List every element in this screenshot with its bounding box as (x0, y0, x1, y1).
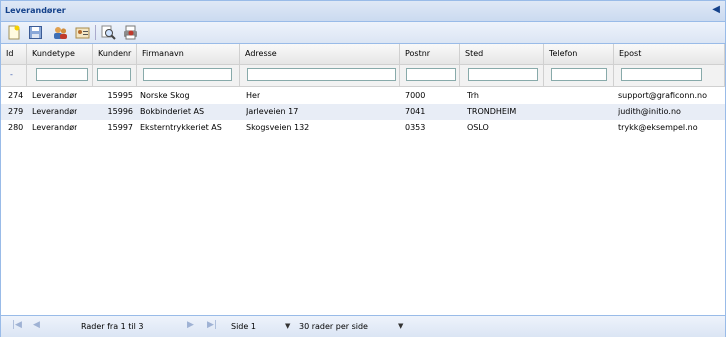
cell-id: 280 (8, 123, 24, 132)
cell-id: 279 (8, 107, 24, 116)
col-sted[interactable]: Sted (460, 44, 544, 64)
toolbar-separator (95, 25, 96, 40)
filter-id-dash: - (10, 70, 13, 79)
new-icon[interactable] (6, 25, 21, 40)
toolbar (1, 22, 725, 44)
page-select[interactable]: Side 1 (231, 322, 256, 331)
cell-kundetype: Leverandør (32, 123, 78, 132)
cell-id: 274 (8, 91, 24, 100)
col-epost[interactable]: Epost (614, 44, 725, 64)
save-icon[interactable] (28, 25, 43, 40)
table-row[interactable]: 279 Leverandør 15996 Bokbinderiet AS Jar… (1, 104, 725, 120)
cell-adresse: Skogsveien 132 (246, 123, 310, 132)
cell-sted: OSLO (467, 123, 489, 132)
table-row[interactable]: 280 Leverandør 15997 Eksterntrykkeriet A… (1, 120, 725, 136)
filter-postnr-input[interactable] (406, 68, 456, 81)
filter-cell-id: - (1, 65, 27, 86)
per-page-dropdown-icon[interactable]: ▼ (398, 322, 403, 330)
cell-epost: support@graficonn.no (618, 91, 707, 100)
filter-cell-epost (614, 65, 725, 86)
filter-telefon-input[interactable] (551, 68, 607, 81)
filter-cell-postnr (400, 65, 460, 86)
filter-cell-sted (460, 65, 544, 86)
cell-adresse: Jarleveien 17 (246, 107, 299, 116)
first-page-icon[interactable]: |◀ (12, 320, 22, 330)
col-id[interactable]: Id (1, 44, 27, 64)
filter-kundenr-input[interactable] (97, 68, 131, 81)
filter-row: - (1, 65, 725, 87)
filter-cell-adresse (240, 65, 400, 86)
cell-postnr: 7041 (405, 107, 426, 116)
cell-sted: Trh (467, 91, 479, 100)
print-icon[interactable] (123, 25, 138, 40)
cell-firmanavn: Norske Skog (140, 91, 190, 100)
suppliers-panel: Leverandører ◀ Id Kundetype Kundenr Firm… (0, 0, 726, 337)
cell-epost: judith@initio.no (618, 107, 681, 116)
filter-epost-input[interactable] (621, 68, 702, 81)
filter-kundetype-input[interactable] (36, 68, 88, 81)
paging-toolbar: |◀ ◀ Rader fra 1 til 3 ▶ ▶| Side 1 ▼ 30 … (1, 315, 725, 337)
prev-page-icon[interactable]: ◀ (33, 320, 40, 330)
cell-firmanavn: Eksterntrykkeriet AS (140, 123, 222, 132)
cell-kundenr: 15997 (107, 123, 133, 132)
filter-cell-kundetype (27, 65, 93, 86)
users-icon[interactable] (53, 25, 68, 40)
col-postnr[interactable]: Postnr (400, 44, 460, 64)
panel-title: Leverandører (5, 6, 66, 15)
last-page-icon[interactable]: ▶| (207, 320, 217, 330)
panel-titlebar: Leverandører ◀ (1, 1, 725, 22)
cell-kundetype: Leverandør (32, 91, 78, 100)
cell-kundenr: 15996 (107, 107, 133, 116)
card-icon[interactable] (75, 25, 90, 40)
filter-cell-kundenr (93, 65, 137, 86)
filter-cell-telefon (544, 65, 614, 86)
cell-sted: TRONDHEIM (467, 107, 517, 116)
collapse-icon[interactable]: ◀ (712, 4, 720, 15)
col-telefon[interactable]: Telefon (544, 44, 614, 64)
col-firmanavn[interactable]: Firmanavn (137, 44, 240, 64)
grid-body: 274 Leverandør 15995 Norske Skog Her 700… (1, 88, 725, 136)
col-kundenr[interactable]: Kundenr (93, 44, 137, 64)
cell-kundenr: 15995 (107, 91, 133, 100)
cell-postnr: 0353 (405, 123, 426, 132)
col-adresse[interactable]: Adresse (240, 44, 400, 64)
table-row[interactable]: 274 Leverandør 15995 Norske Skog Her 700… (1, 88, 725, 104)
col-kundetype[interactable]: Kundetype (27, 44, 93, 64)
grid-header: Id Kundetype Kundenr Firmanavn Adresse P… (1, 44, 725, 65)
per-page-select[interactable]: 30 rader per side (299, 322, 368, 331)
filter-cell-firmanavn (137, 65, 240, 86)
rows-range-text: Rader fra 1 til 3 (81, 322, 144, 331)
cell-firmanavn: Bokbinderiet AS (140, 107, 205, 116)
page-dropdown-icon[interactable]: ▼ (285, 322, 290, 330)
cell-kundetype: Leverandør (32, 107, 78, 116)
cell-postnr: 7000 (405, 91, 426, 100)
filter-firmanavn-input[interactable] (143, 68, 232, 81)
next-page-icon[interactable]: ▶ (187, 320, 194, 330)
search-icon[interactable] (101, 25, 116, 40)
filter-sted-input[interactable] (468, 68, 538, 81)
filter-adresse-input[interactable] (247, 68, 396, 81)
cell-epost: trykk@eksempel.no (618, 123, 698, 132)
cell-adresse: Her (246, 91, 261, 100)
